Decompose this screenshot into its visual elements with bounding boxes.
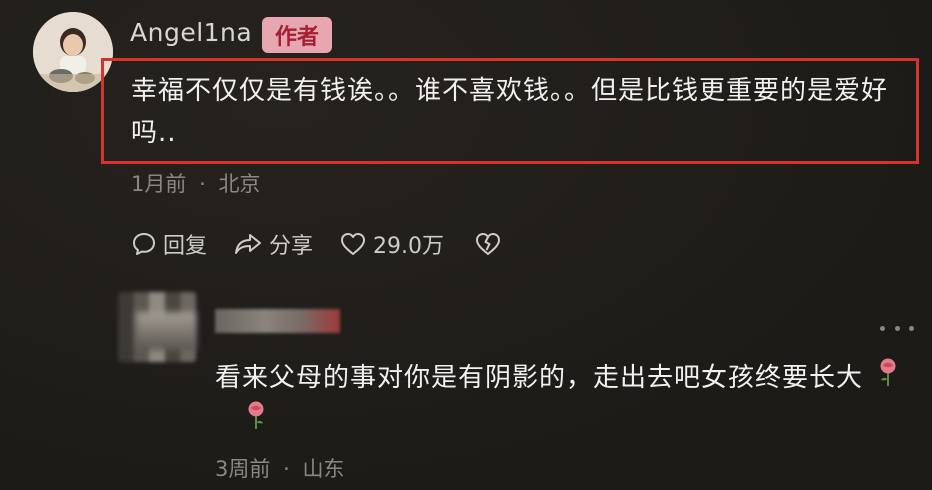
comment-meta: 1月前 · 北京 (131, 168, 260, 198)
reply-text-block: 看来父母的事对你是有阴影的，走出去吧女孩终要长大 (215, 357, 915, 443)
share-label: 分享 (269, 234, 314, 259)
like-count: 29.0万 (373, 234, 445, 259)
reply-avatar-blurred[interactable] (118, 292, 196, 362)
like-button[interactable]: 29.0万 (339, 228, 444, 260)
rose-icon (245, 400, 267, 443)
meta-separator: · (283, 457, 290, 481)
more-options-button[interactable] (880, 322, 914, 334)
reply-button[interactable]: 回复 (131, 228, 207, 260)
dislike-button[interactable] (474, 231, 508, 257)
reply-username-blurred[interactable] (215, 309, 340, 333)
share-arrow-icon (235, 234, 262, 254)
comment-location: 北京 (218, 172, 261, 196)
reply-text: 看来父母的事对你是有阴影的，走出去吧女孩终要长大 (215, 363, 864, 393)
comment-actions: 回复 分享 29.0万 (131, 226, 534, 262)
comment-bubble-icon (133, 233, 155, 255)
reply-label: 回复 (163, 234, 208, 259)
share-button[interactable]: 分享 (233, 228, 313, 260)
meta-separator: · (199, 172, 206, 196)
comment-text: 幸福不仅仅是有钱诶。。谁不喜欢钱。。但是比钱更重要的是爱好吗.. (131, 76, 889, 148)
reply-location: 山东 (302, 457, 345, 481)
comment-section: Angel1na 作者 幸福不仅仅是有钱诶。。谁不喜欢钱。。但是比钱更重要的是爱… (0, 0, 932, 490)
dot-icon (880, 325, 885, 331)
reply-time: 3周前 (215, 457, 271, 481)
broken-heart-icon (476, 233, 501, 255)
comment-username[interactable]: Angel1na (130, 18, 252, 47)
author-badge: 作者 (262, 17, 332, 53)
reply-meta: 3周前 · 山东 (215, 453, 344, 483)
heart-icon (341, 233, 366, 255)
dot-icon (909, 325, 914, 331)
dot-icon (894, 325, 900, 331)
rose-icon (877, 357, 899, 400)
comment-time: 1月前 (131, 172, 187, 196)
